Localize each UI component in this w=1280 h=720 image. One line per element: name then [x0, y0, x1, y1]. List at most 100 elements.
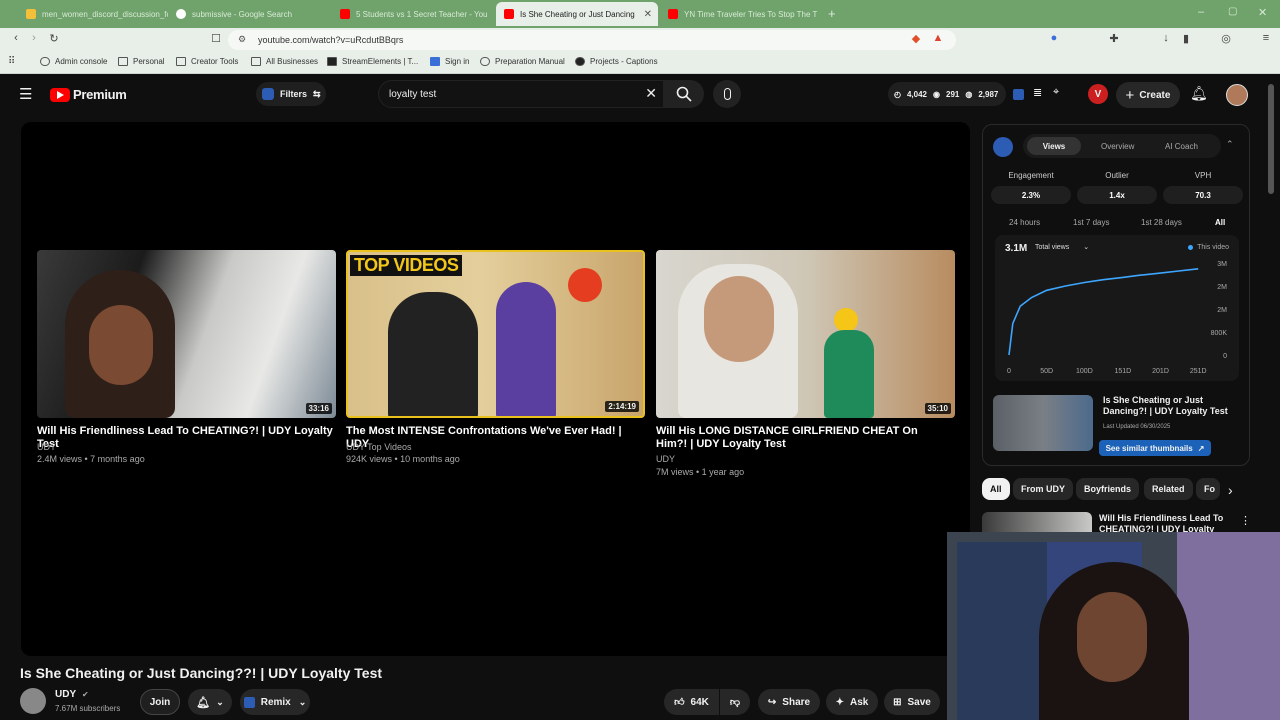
bookmark-item[interactable]: Creator Tools — [176, 57, 238, 66]
range-7d[interactable]: 1st 7 days — [1073, 218, 1109, 227]
site-info-icon[interactable]: ⚙ — [238, 34, 246, 45]
notifications-bell-icon[interactable]: 🔔︎ — [1190, 85, 1208, 102]
current-video-thumbnail — [993, 395, 1093, 451]
views-icon: ◴ — [894, 89, 901, 99]
endscreen-thumbnail[interactable]: 33:16 — [37, 250, 336, 418]
endscreen-thumbnail[interactable]: 35:10 — [656, 250, 955, 418]
ask-button[interactable]: ✦ Ask — [826, 689, 878, 715]
iq-icon — [262, 88, 274, 100]
channel-avatar[interactable] — [20, 688, 46, 714]
join-button[interactable]: Join — [140, 689, 180, 715]
close-tab-icon[interactable]: ✕ — [644, 9, 652, 20]
brave-shield-icon[interactable]: ◆ — [908, 32, 924, 45]
endscreen-title[interactable]: Will His LONG DISTANCE GIRLFRIEND CHEAT … — [656, 425, 946, 451]
save-button[interactable]: ⊞ Save — [884, 689, 940, 715]
chip-related[interactable]: Related — [1144, 478, 1193, 500]
forward-icon[interactable]: › — [26, 32, 42, 44]
sparkle-icon: ✦ — [835, 696, 845, 708]
bookmarks-bar: ⠿ Admin console Personal Creator Tools A… — [0, 52, 1280, 74]
endscreen-channel[interactable]: UDY — [37, 442, 56, 452]
apps-icon[interactable]: ⠿ — [8, 56, 15, 67]
endscreen-channel[interactable]: UDY — [656, 454, 675, 464]
tab-views[interactable]: Views — [1027, 137, 1081, 155]
range-28d[interactable]: 1st 28 days — [1141, 218, 1182, 227]
subscribe-bell-button[interactable]: 🔔︎ ⌄ — [188, 689, 232, 715]
range-all[interactable]: All — [1215, 218, 1225, 227]
endscreen-meta: 7M views • 1 year ago — [656, 467, 745, 477]
pin-icon[interactable]: ⌖ — [1053, 86, 1059, 99]
thumbs-up-icon: 👍︎ — [674, 697, 685, 708]
bookmark-item[interactable]: Personal — [118, 57, 165, 66]
bookmark-icon[interactable]: ☐ — [208, 32, 224, 45]
clear-search-icon[interactable]: ✕ — [645, 85, 657, 102]
search-button[interactable] — [664, 80, 704, 108]
chip-more[interactable]: Fo — [1196, 478, 1220, 500]
minimize-icon[interactable]: – — [1198, 6, 1204, 18]
chip-from-udy[interactable]: From UDY — [1013, 478, 1074, 500]
like-button[interactable]: 👍︎ 64K — [664, 689, 719, 715]
vidiq-avatar-button[interactable]: V — [1088, 84, 1108, 104]
card-video-title: Is She Cheating or Just Dancing?! | UDY … — [1103, 395, 1228, 416]
iq-extension-icon[interactable] — [1013, 89, 1024, 100]
collapse-icon[interactable]: ⌃ — [1226, 139, 1234, 150]
create-button[interactable]: + Create — [1116, 82, 1180, 108]
metric-label: Outlier — [1105, 171, 1129, 180]
bookmark-item[interactable]: All Businesses — [251, 57, 318, 66]
tab-ai-coach[interactable]: AI Coach — [1165, 142, 1198, 151]
bookmark-item[interactable]: Admin console — [40, 57, 107, 66]
reload-icon[interactable]: ↻ — [46, 32, 62, 45]
more-options-icon[interactable]: ⋮ — [1240, 514, 1251, 527]
remix-button[interactable]: Remix ⌄ — [240, 689, 310, 715]
rewards-icon[interactable]: ▲ — [930, 32, 946, 44]
x-tick-label: 100D — [1076, 368, 1093, 375]
verified-icon: ✔ — [82, 690, 89, 699]
chevron-down-icon: ⌄ — [298, 696, 307, 707]
browser-tab[interactable]: submissive - Google Search — [168, 2, 332, 26]
range-24h[interactable]: 24 hours — [1009, 218, 1040, 227]
chip-all[interactable]: All — [982, 478, 1010, 500]
close-window-icon[interactable]: ✕ — [1258, 6, 1267, 19]
share-button[interactable]: ↪ Share — [758, 689, 820, 715]
sidebar-icon[interactable]: ▮ — [1178, 32, 1194, 45]
download-icon[interactable]: ↓ — [1158, 32, 1174, 44]
endscreen-title[interactable]: Will His Friendliness Lead To CHEATING?!… — [37, 425, 337, 451]
extension-icon[interactable]: ● — [1046, 32, 1062, 44]
extensions-puzzle-icon[interactable]: ✚ — [1106, 32, 1122, 45]
url-field[interactable]: ⚙ youtube.com/watch?v=uRcdutBBqrs — [228, 30, 956, 50]
back-icon[interactable]: ‹ — [8, 32, 24, 44]
hamburger-menu-icon[interactable]: ☰ — [19, 85, 32, 103]
google-tab-icon — [176, 9, 186, 19]
wallet-icon[interactable]: ◎ — [1218, 32, 1234, 45]
maximize-icon[interactable]: ▢ — [1228, 6, 1237, 17]
account-avatar[interactable] — [1226, 84, 1248, 106]
captions-icon — [575, 57, 585, 66]
bookmark-item[interactable]: Projects - Captions — [575, 57, 658, 66]
bookmark-item[interactable]: Sign in — [430, 57, 469, 66]
menu-icon[interactable]: ≡ — [1258, 32, 1274, 44]
browser-tab[interactable]: 5 Students vs 1 Secret Teacher - You — [332, 2, 496, 26]
filters-button[interactable]: Filters ⇆ — [256, 82, 326, 106]
views-line-chart: 0 50D 100D 151D 201D 251D 3M 2M 2M 800K 0 — [1007, 261, 1227, 375]
dislike-button[interactable]: 👎︎ — [720, 689, 750, 715]
related-video-title[interactable]: Will His Friendliness Lead To CHEATING?!… — [1099, 513, 1231, 533]
browser-tab[interactable]: men_women_discord_discussion_fcy — [18, 2, 168, 26]
endscreen-channel[interactable]: UDY Top Videos — [346, 442, 412, 452]
similar-thumbnails-button[interactable]: See similar thumbnails ↗ — [1099, 440, 1211, 456]
bookmark-item[interactable]: StreamElements | T... — [327, 57, 418, 66]
endscreen-thumbnail[interactable]: TOP VIDEOS 2:14:19 — [346, 250, 645, 418]
chip-boyfriends[interactable]: Boyfriends — [1076, 478, 1140, 500]
page-scrollbar[interactable] — [1268, 84, 1274, 194]
bookmark-item[interactable]: Preparation Manual — [480, 57, 565, 66]
youtube-logo[interactable]: Premium — [50, 87, 127, 102]
browser-tab-active[interactable]: Is She Cheating or Just Dancing ✕ — [496, 2, 658, 26]
chevron-right-icon[interactable]: › — [1228, 482, 1233, 498]
list-icon[interactable]: ≣ — [1033, 86, 1042, 99]
new-tab-icon[interactable]: + — [828, 6, 836, 21]
related-thumbnail[interactable] — [982, 512, 1092, 532]
tab-overview[interactable]: Overview — [1101, 142, 1134, 151]
voice-search-button[interactable] — [713, 80, 741, 108]
search-input[interactable]: loyalty test ✕ — [378, 80, 664, 108]
youtube-header: ☰ Premium Filters ⇆ loyalty test ✕ ◴ 4,04… — [0, 75, 1280, 115]
channel-name[interactable]: UDY — [55, 689, 76, 700]
browser-tab[interactable]: YN Time Traveler Tries To Stop The T — [660, 2, 820, 26]
